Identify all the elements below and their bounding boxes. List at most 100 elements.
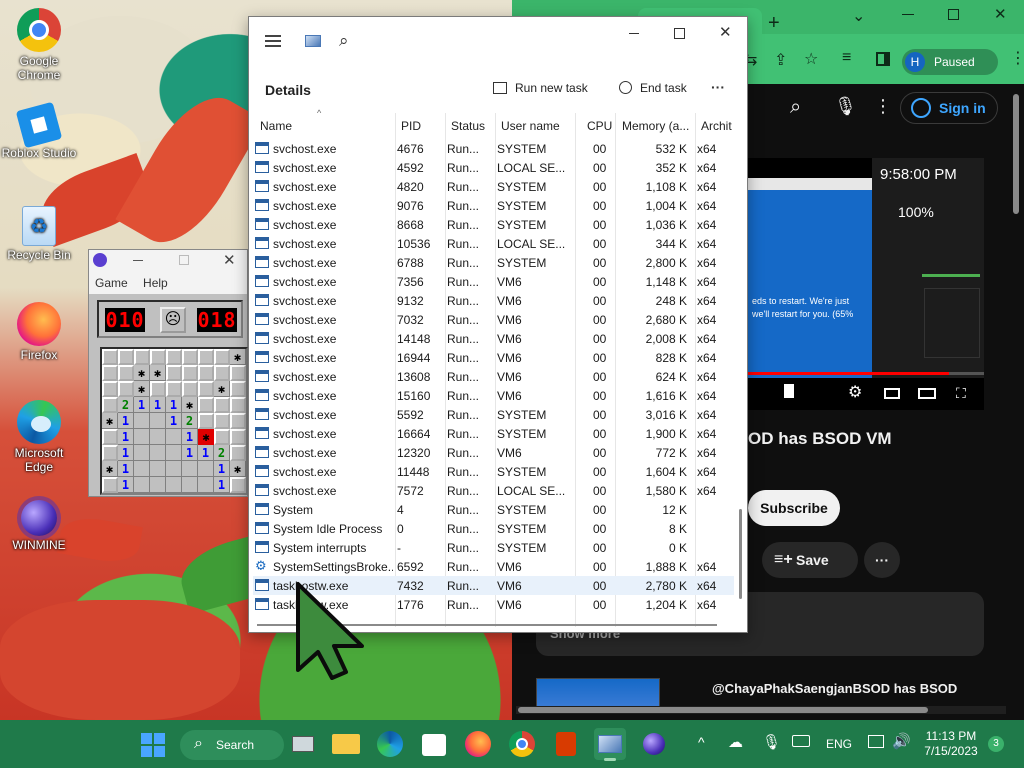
number-cell[interactable]: 1	[182, 429, 198, 445]
unrevealed-cell[interactable]	[166, 381, 182, 397]
number-cell[interactable]: 1	[214, 477, 230, 493]
reading-list-icon[interactable]: ≡	[842, 49, 851, 67]
process-row[interactable]: svchost.exe 9076 Run... SYSTEM 00 1,004 Kx64	[253, 196, 734, 215]
empty-cell[interactable]	[150, 429, 166, 445]
unrevealed-cell[interactable]	[230, 429, 246, 445]
mine-icon[interactable]: ✱	[102, 461, 118, 477]
profile-paused-button[interactable]: H Paused	[902, 49, 998, 75]
unrevealed-cell[interactable]	[182, 381, 198, 397]
minesweeper-titlebar[interactable]: ✕	[89, 250, 247, 272]
settings-gear-icon[interactable]: ⚙	[848, 382, 862, 402]
process-row[interactable]: svchost.exe 14148 Run... VM6 00 2,008 Kx64	[253, 329, 734, 348]
empty-cell[interactable]	[198, 477, 214, 493]
process-row[interactable]: svchost.exe 7356 Run... VM6 00 1,148 Kx64	[253, 272, 734, 291]
process-row[interactable]: System 4 Run... SYSTEM 00 12 K	[253, 500, 734, 519]
unrevealed-cell[interactable]	[102, 477, 118, 493]
unrevealed-cell[interactable]	[230, 445, 246, 461]
unrevealed-cell[interactable]	[214, 365, 230, 381]
new-tab-icon[interactable]: +	[768, 12, 780, 35]
more-options-icon[interactable]: ⋮	[874, 96, 892, 117]
unrevealed-cell[interactable]	[118, 365, 134, 381]
unrevealed-cell[interactable]	[166, 349, 182, 365]
empty-cell[interactable]	[150, 461, 166, 477]
process-row[interactable]: svchost.exe 5592 Run... SYSTEM 00 3,016 Kx64	[253, 405, 734, 424]
process-row[interactable]: svchost.exe 8668 Run... SYSTEM 00 1,036 Kx64	[253, 215, 734, 234]
show-hidden-icons-chevron-icon[interactable]: ^	[698, 734, 705, 750]
column-header-cpu[interactable]: CPU	[587, 119, 612, 133]
video-player[interactable]: eds to restart. We're just we'll restart…	[748, 158, 984, 410]
unrevealed-cell[interactable]	[182, 365, 198, 381]
process-row[interactable]: svchost.exe 10536 Run... LOCAL SE... 00 344 K…	[253, 234, 734, 253]
close-icon[interactable]: ✕	[719, 23, 732, 41]
notification-badge[interactable]: 3	[988, 736, 1004, 752]
process-row[interactable]: System interrupts - Run... SYSTEM 00 0 K	[253, 538, 734, 557]
process-row[interactable]: svchost.exe 9132 Run... VM6 00 248 Kx64	[253, 291, 734, 310]
network-offline-icon[interactable]: ☁	[728, 733, 743, 751]
desktop-icon-google-chrome[interactable]: Google Chrome	[0, 8, 78, 82]
subscribe-button[interactable]: Subscribe	[748, 490, 840, 526]
column-header-username[interactable]: User name	[501, 119, 560, 133]
side-panel-icon[interactable]	[876, 52, 890, 66]
process-row[interactable]: ⚙ SystemSettingsBroke... 6592 Run... VM6 00 1,…	[253, 557, 734, 576]
column-header-pid[interactable]: PID	[401, 119, 421, 133]
unrevealed-cell[interactable]	[214, 429, 230, 445]
empty-cell[interactable]	[134, 413, 150, 429]
process-row[interactable]: svchost.exe 4676 Run... SYSTEM 00 532 Kx64	[253, 139, 734, 158]
unrevealed-cell[interactable]	[214, 397, 230, 413]
unrevealed-cell[interactable]	[166, 365, 182, 381]
maximize-icon[interactable]	[179, 255, 189, 265]
mine-icon[interactable]: ✱	[134, 381, 150, 397]
video-progress-bar[interactable]	[748, 372, 984, 375]
empty-cell[interactable]	[150, 477, 166, 493]
taskbar-search-box[interactable]: ⌕ Search	[180, 730, 284, 760]
desktop-icon-recycle-bin[interactable]: ♻ Recycle Bin	[0, 206, 78, 262]
empty-cell[interactable]	[134, 477, 150, 493]
empty-cell[interactable]	[166, 461, 182, 477]
run-new-task-button[interactable]: Run new task	[493, 81, 588, 95]
unrevealed-cell[interactable]	[118, 349, 134, 365]
process-row[interactable]: svchost.exe 6788 Run... SYSTEM 00 2,800 Kx64	[253, 253, 734, 272]
browser-menu-icon[interactable]: ⋮	[1010, 48, 1024, 68]
fullscreen-icon[interactable]: ⛶	[956, 385, 966, 402]
empty-cell[interactable]	[150, 445, 166, 461]
process-row[interactable]: svchost.exe 12320 Run... VM6 00 772 Kx64	[253, 443, 734, 462]
close-icon[interactable]: ✕	[223, 251, 236, 269]
number-cell[interactable]: 1	[214, 461, 230, 477]
save-button[interactable]: ≡+ Save	[762, 542, 858, 578]
microphone-icon[interactable]: 🎙	[834, 96, 857, 117]
recommended-thumbnail[interactable]	[536, 678, 660, 708]
process-row[interactable]: svchost.exe 15160 Run... VM6 00 1,616 Kx64	[253, 386, 734, 405]
unrevealed-cell[interactable]	[230, 413, 246, 429]
number-cell[interactable]: 1	[166, 413, 182, 429]
number-cell[interactable]: 1	[150, 397, 166, 413]
number-cell[interactable]: 2	[214, 445, 230, 461]
unrevealed-cell[interactable]	[118, 381, 134, 397]
theater-mode-icon[interactable]	[918, 388, 936, 399]
mine-icon[interactable]: ✱	[150, 365, 166, 381]
number-cell[interactable]: 2	[118, 397, 134, 413]
winmine-taskbar-icon[interactable]	[638, 728, 670, 760]
empty-cell[interactable]	[134, 429, 150, 445]
number-cell[interactable]: 1	[198, 445, 214, 461]
browser-vertical-scrollbar[interactable]	[1012, 84, 1020, 214]
number-cell[interactable]: 1	[182, 445, 198, 461]
process-row[interactable]: svchost.exe 4592 Run... LOCAL SE... 00 352 Kx…	[253, 158, 734, 177]
more-options-button[interactable]: ···	[711, 79, 725, 95]
smiley-face-button[interactable]: ☹	[160, 307, 186, 333]
empty-cell[interactable]	[134, 461, 150, 477]
search-icon[interactable]: ⌕	[339, 31, 349, 51]
number-cell[interactable]: 1	[134, 397, 150, 413]
process-row[interactable]: svchost.exe 11448 Run... SYSTEM 00 1,604 Kx64	[253, 462, 734, 481]
task-manager-taskbar-icon[interactable]	[594, 728, 626, 761]
menu-game[interactable]: Game	[95, 276, 128, 290]
desktop-icon-firefox[interactable]: Firefox	[0, 302, 78, 362]
sign-in-button[interactable]: Sign in	[900, 92, 998, 124]
unrevealed-cell[interactable]	[102, 429, 118, 445]
more-actions-button[interactable]: ···	[864, 542, 900, 578]
exploded-mine-icon[interactable]: ✱	[198, 429, 214, 445]
empty-cell[interactable]	[134, 445, 150, 461]
unrevealed-cell[interactable]	[134, 349, 150, 365]
number-cell[interactable]: 1	[118, 461, 134, 477]
desktop-icon-microsoft-edge[interactable]: Microsoft Edge	[0, 400, 78, 474]
empty-cell[interactable]	[166, 445, 182, 461]
